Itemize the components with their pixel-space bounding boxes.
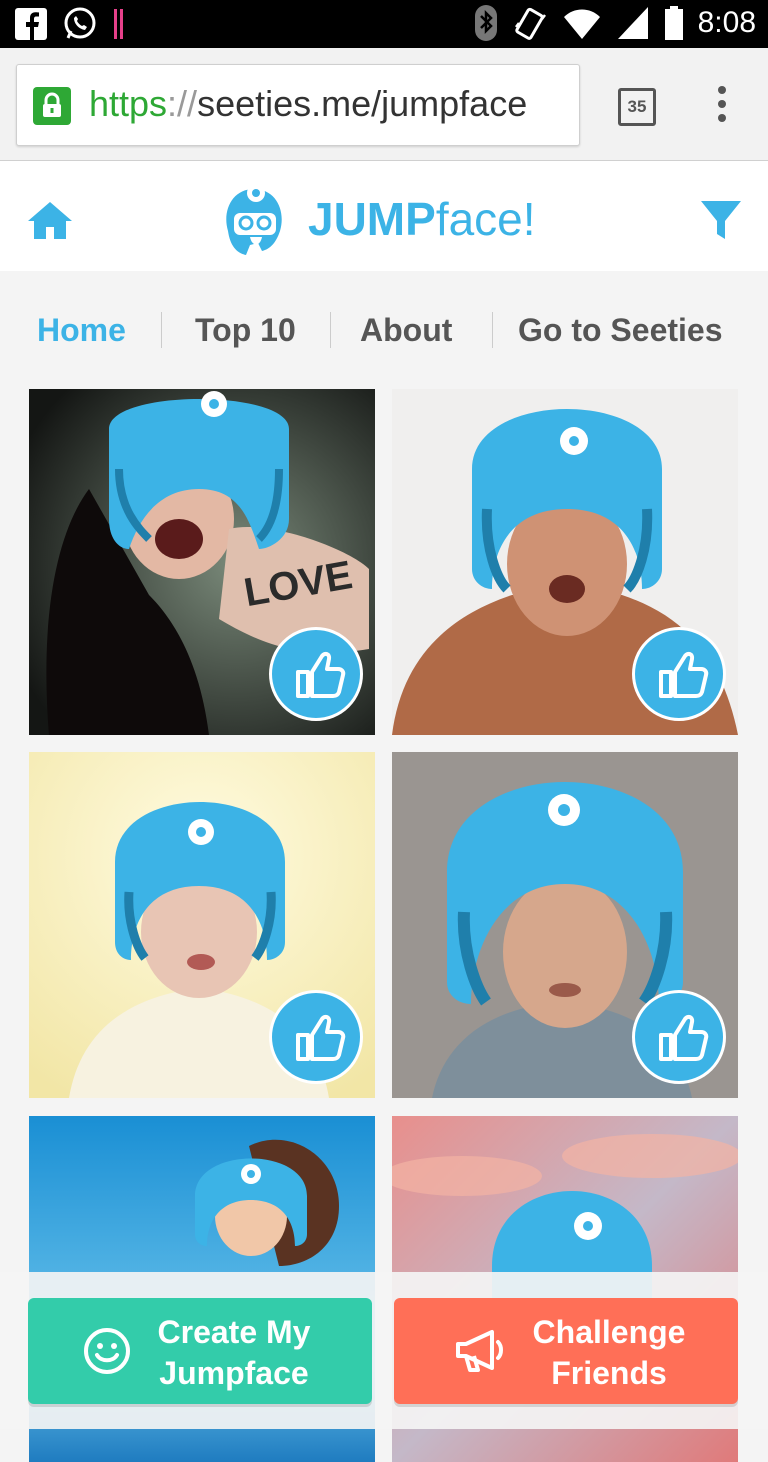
top-nav: Home Top 10 About Go to Seeties [0,300,768,360]
bluetooth-icon [474,5,497,41]
wifi-icon [563,9,600,39]
status-bar: 8:08 [0,0,768,48]
smiley-icon [84,1328,130,1374]
create-my-jumpface-button[interactable]: Create My Jumpface [28,1298,372,1404]
thumbs-up-icon [659,1014,709,1061]
nav-divider [492,312,493,348]
bottom-action-bar: Create My Jumpface Challenge Friends [0,1272,768,1429]
megaphone-icon [456,1330,503,1372]
nav-divider [330,312,331,348]
lock-icon [33,87,71,125]
challenge-friends-button[interactable]: Challenge Friends [394,1298,738,1404]
logo-text-bold: JUMP [308,193,436,245]
battery-icon [664,6,683,40]
thumbs-up-icon [296,651,346,698]
jumpface-logo[interactable]: JUMPface! [214,179,536,259]
nav-go-to-seeties[interactable]: Go to Seeties [518,300,723,360]
challenge-line1: Challenge [532,1314,686,1350]
photo-tile[interactable] [392,752,738,1098]
nav-home[interactable]: Home [37,300,126,360]
photo-tile[interactable] [392,389,738,735]
overflow-menu-icon[interactable] [710,86,734,126]
tab-switcher-button[interactable]: 35 [618,88,656,126]
facebook-icon [15,8,47,41]
logo-text: JUMPface! [308,192,536,246]
url-path: seeties.me/jumpface [197,83,528,124]
url-separator: :// [167,83,198,124]
nav-divider [161,312,162,348]
create-line1: Create My [157,1314,311,1350]
create-button-label: Create My Jumpface [144,1312,324,1394]
notification-bars-icon [114,9,123,39]
url-scheme: https [89,83,168,124]
create-line2: Jumpface [159,1355,309,1391]
vibrate-icon [514,7,546,40]
home-icon[interactable] [26,199,74,241]
photo-tile[interactable]: LOVE [29,389,375,735]
filter-icon[interactable] [700,199,742,241]
like-button[interactable] [632,990,726,1084]
whatsapp-icon [64,7,96,39]
like-button[interactable] [269,990,363,1084]
thumbs-up-icon [296,1014,346,1061]
challenge-button-label: Challenge Friends [514,1312,704,1394]
challenge-line2: Friends [551,1355,667,1391]
address-bar[interactable]: https://seeties.me/jumpface [16,64,580,146]
url-text[interactable]: https://seeties.me/jumpface [89,83,527,125]
signal-icon [617,7,648,39]
photo-tile[interactable] [29,752,375,1098]
app-header: JUMPface! [0,161,768,271]
thumbs-up-icon [659,651,709,698]
like-button[interactable] [632,627,726,721]
nav-about[interactable]: About [360,300,452,360]
browser-toolbar: https://seeties.me/jumpface 35 [0,48,768,161]
logo-text-light: face! [435,193,536,245]
like-button[interactable] [269,627,363,721]
status-time: 8:08 [697,6,756,39]
logo-mascot-icon [226,184,282,255]
nav-top10[interactable]: Top 10 [195,300,296,360]
